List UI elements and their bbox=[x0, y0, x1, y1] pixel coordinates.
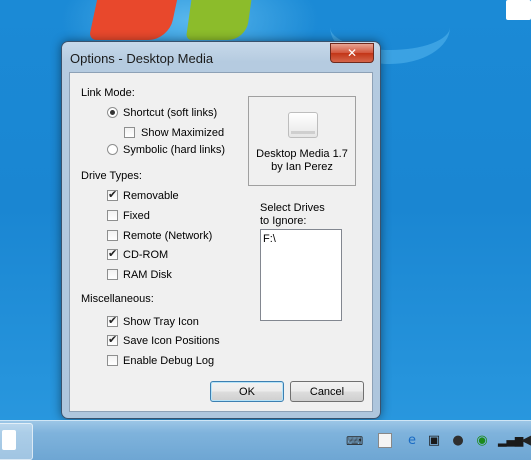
removable-label[interactable]: Removable bbox=[123, 190, 179, 202]
window-title: Options - Desktop Media bbox=[70, 51, 214, 66]
misc-heading: Miscellaneous: bbox=[81, 293, 154, 305]
fixed-label[interactable]: Fixed bbox=[123, 210, 150, 222]
ignore-label-line1: Select Drives bbox=[260, 202, 325, 214]
signal-icon[interactable]: ▂▄▆ bbox=[498, 433, 523, 449]
save-icon-positions-label[interactable]: Save Icon Positions bbox=[123, 335, 220, 347]
ok-button[interactable]: OK bbox=[210, 381, 284, 402]
show-maximized-checkbox[interactable] bbox=[124, 127, 135, 138]
document-icon[interactable] bbox=[378, 433, 392, 448]
ie-update-icon[interactable]: e bbox=[404, 433, 420, 449]
show-tray-icon-label[interactable]: Show Tray Icon bbox=[123, 316, 199, 328]
cdrom-checkbox[interactable] bbox=[107, 247, 118, 260]
cancel-button[interactable]: Cancel bbox=[290, 381, 364, 402]
list-item[interactable]: F:\ bbox=[263, 233, 276, 245]
close-button[interactable]: ✕ bbox=[330, 43, 374, 63]
drive-icon bbox=[2, 430, 16, 450]
dialog-client-area: Link Mode: Shortcut (soft links) Show Ma… bbox=[69, 72, 373, 412]
drive-types-heading: Drive Types: bbox=[81, 170, 142, 182]
network-drive-icon[interactable]: ▣ bbox=[426, 433, 442, 449]
drive-icon bbox=[288, 112, 318, 138]
ramdisk-label[interactable]: RAM Disk bbox=[123, 269, 172, 281]
show-maximized-label[interactable]: Show Maximized bbox=[141, 127, 224, 139]
fixed-checkbox[interactable] bbox=[107, 210, 118, 221]
volume-icon[interactable]: ◀ bbox=[518, 433, 531, 449]
title-bar[interactable]: Options - Desktop Media ✕ bbox=[62, 42, 380, 72]
save-icon-positions-checkbox[interactable] bbox=[107, 333, 118, 346]
about-panel: Desktop Media 1.7 by Ian Perez bbox=[248, 96, 356, 186]
enable-debug-log-label[interactable]: Enable Debug Log bbox=[123, 355, 214, 367]
show-tray-icon-checkbox[interactable] bbox=[107, 314, 118, 327]
remote-label[interactable]: Remote (Network) bbox=[123, 230, 212, 242]
chat-icon[interactable]: ● bbox=[450, 433, 466, 449]
ignore-label-line2: to Ignore: bbox=[260, 215, 307, 227]
shortcut-radio-label[interactable]: Shortcut (soft links) bbox=[123, 107, 217, 119]
cdrom-label[interactable]: CD-ROM bbox=[123, 249, 168, 261]
removable-checkbox[interactable] bbox=[107, 188, 118, 201]
symbolic-radio[interactable] bbox=[107, 144, 118, 155]
options-dialog: Options - Desktop Media ✕ Link Mode: Sho… bbox=[61, 41, 381, 419]
about-version: Desktop Media 1.7 bbox=[256, 148, 348, 160]
close-icon: ✕ bbox=[346, 46, 358, 60]
shortcut-radio[interactable] bbox=[107, 107, 118, 118]
ramdisk-checkbox[interactable] bbox=[107, 269, 118, 280]
enable-debug-log-checkbox[interactable] bbox=[107, 355, 118, 366]
about-text: Desktop Media 1.7 by Ian Perez bbox=[249, 148, 355, 174]
keyboard-icon[interactable]: ⌨ bbox=[346, 433, 363, 449]
ignore-drives-listbox[interactable]: F:\ bbox=[260, 229, 342, 321]
remote-checkbox[interactable] bbox=[107, 230, 118, 241]
network-status-icon[interactable]: ◉ bbox=[474, 433, 490, 449]
link-mode-heading: Link Mode: bbox=[81, 87, 135, 99]
desktop-drive-icon[interactable] bbox=[506, 0, 531, 20]
taskbar: ⌨ e ▣ ● ◉ ▂▄▆ ◀ bbox=[0, 420, 531, 460]
taskbar-app-button[interactable] bbox=[0, 423, 33, 460]
about-author: by Ian Perez bbox=[271, 161, 333, 173]
symbolic-radio-label[interactable]: Symbolic (hard links) bbox=[123, 144, 225, 156]
